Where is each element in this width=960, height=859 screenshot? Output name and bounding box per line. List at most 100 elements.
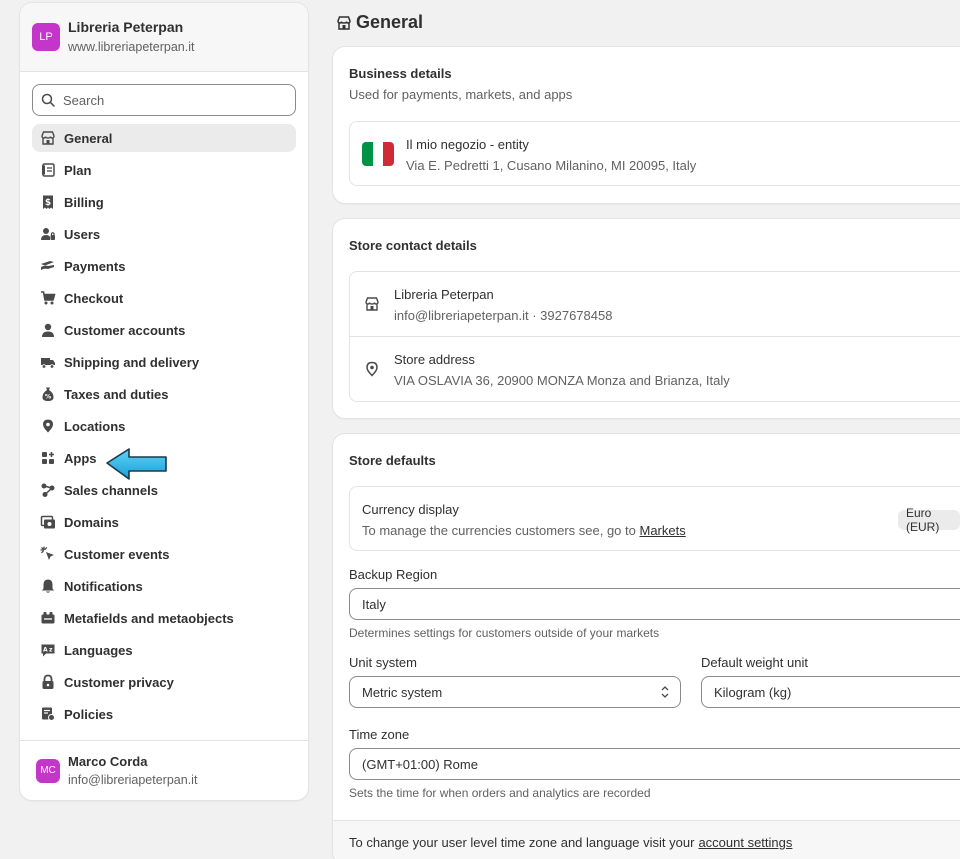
nav-label: Customer privacy bbox=[64, 674, 174, 690]
channels-icon bbox=[40, 482, 56, 498]
backup-region-label: Backup Region bbox=[349, 567, 438, 582]
user-avatar: MC bbox=[36, 758, 60, 783]
svg-text:A: A bbox=[43, 647, 48, 654]
nav-item-customer-accounts[interactable]: Customer accounts bbox=[32, 316, 296, 344]
entity-address: Via E. Pedretti 1, Cusano Milanino, MI 2… bbox=[406, 158, 697, 173]
users-icon bbox=[40, 226, 56, 242]
user-profile[interactable]: MC Marco Corda info@libreriapeterpan.it bbox=[20, 740, 308, 800]
nav-item-plan[interactable]: Plan bbox=[32, 156, 296, 184]
truck-icon bbox=[40, 354, 56, 370]
nav-item-languages[interactable]: Az Languages bbox=[32, 636, 296, 664]
nav-label: Customer events bbox=[64, 546, 170, 562]
unit-system-value: Metric system bbox=[362, 684, 443, 700]
weight-unit-label: Default weight unit bbox=[701, 655, 808, 670]
person-icon bbox=[40, 322, 56, 338]
unit-system-select[interactable]: Metric system bbox=[349, 676, 681, 708]
metafields-icon bbox=[40, 610, 56, 626]
nav-label: Customer accounts bbox=[64, 322, 186, 338]
business-details-card: Business details Used for payments, mark… bbox=[333, 47, 960, 203]
select-chevrons-icon bbox=[661, 686, 669, 698]
nav-item-locations[interactable]: Locations bbox=[32, 412, 296, 440]
nav-label: Policies bbox=[64, 706, 114, 722]
policies-icon bbox=[40, 706, 56, 722]
markets-link[interactable]: Markets bbox=[640, 523, 686, 538]
nav-item-payments[interactable]: Payments bbox=[32, 252, 296, 280]
timezone-select[interactable]: (GMT+01:00) Rome bbox=[349, 748, 960, 780]
nav-item-general[interactable]: General bbox=[32, 124, 296, 152]
store-defaults-card: Store defaults Currency display To manag… bbox=[333, 434, 960, 859]
user-email: info@libreriapeterpan.it bbox=[68, 772, 198, 787]
receipt-dollar-icon: $ bbox=[40, 194, 56, 210]
store-contact-title: Store contact details bbox=[349, 238, 477, 253]
backup-region-select[interactable]: Italy bbox=[349, 588, 960, 620]
arrow-pointer-icon bbox=[106, 448, 167, 480]
backup-region-value: Italy bbox=[362, 596, 386, 612]
store-header[interactable]: LP Libreria Peterpan www.libreriapeterpa… bbox=[20, 3, 308, 72]
nav-item-metafields[interactable]: Metafields and metaobjects bbox=[32, 604, 296, 632]
location-icon bbox=[40, 418, 56, 434]
store-icon bbox=[337, 15, 351, 30]
nav-item-customer-events[interactable]: Customer events bbox=[32, 540, 296, 568]
weight-unit-select[interactable]: Kilogram (kg) bbox=[701, 676, 960, 708]
currency-display-row[interactable]: Currency display To manage the currencie… bbox=[349, 486, 960, 551]
user-name: Marco Corda bbox=[68, 753, 148, 769]
italy-flag-icon bbox=[362, 142, 394, 166]
language-icon: Az bbox=[40, 642, 56, 658]
contact-store-name: Libreria Peterpan bbox=[394, 287, 494, 302]
nav-label: Domains bbox=[64, 514, 119, 530]
nav-item-billing[interactable]: $ Billing bbox=[32, 188, 296, 216]
contact-address-row[interactable]: Store address VIA OSLAVIA 36, 20900 MONZ… bbox=[350, 337, 960, 402]
contact-store-info: info@libreriapeterpan.it · 3927678458 bbox=[394, 308, 613, 323]
backup-region-help: Determines settings for customers outsid… bbox=[349, 626, 660, 640]
store-icon bbox=[365, 297, 379, 311]
page-title-text: General bbox=[356, 12, 424, 32]
store-avatar: LP bbox=[32, 23, 60, 51]
timezone-value: (GMT+01:00) Rome bbox=[362, 756, 478, 772]
nav-label: Sales channels bbox=[64, 482, 158, 498]
nav-label: Shipping and delivery bbox=[64, 354, 200, 370]
bell-icon bbox=[40, 578, 56, 594]
contact-store-row[interactable]: Libreria Peterpan info@libreriapeterpan.… bbox=[350, 272, 960, 337]
payments-icon bbox=[40, 258, 56, 274]
nav-label: Users bbox=[64, 226, 101, 242]
svg-text:$: $ bbox=[45, 198, 51, 208]
nav-item-policies[interactable]: Policies bbox=[32, 700, 296, 728]
nav-item-shipping[interactable]: Shipping and delivery bbox=[32, 348, 296, 376]
store-defaults-title: Store defaults bbox=[349, 453, 436, 468]
nav-label: Payments bbox=[64, 258, 126, 274]
nav-label: Apps bbox=[64, 450, 97, 466]
nav-item-users[interactable]: Users bbox=[32, 220, 296, 248]
nav-label: Checkout bbox=[64, 290, 124, 306]
business-entity-row[interactable]: Il mio negozio - entity Via E. Pedretti … bbox=[349, 121, 960, 186]
nav-label: Languages bbox=[64, 642, 133, 658]
unit-system-label: Unit system bbox=[349, 655, 417, 670]
contact-list: Libreria Peterpan info@libreriapeterpan.… bbox=[349, 271, 960, 402]
store-contact-card: Store contact details Libreria Peterpan … bbox=[333, 219, 960, 418]
domains-icon bbox=[40, 514, 56, 530]
search-input[interactable] bbox=[63, 92, 283, 108]
nav-item-checkout[interactable]: Checkout bbox=[32, 284, 296, 312]
store-address-label: Store address bbox=[394, 352, 475, 367]
store-defaults-footer: To change your user level time zone and … bbox=[333, 820, 960, 859]
apps-icon bbox=[40, 450, 56, 466]
search-icon bbox=[41, 93, 55, 107]
nav-item-domains[interactable]: Domains bbox=[32, 508, 296, 536]
nav-label: Plan bbox=[64, 162, 92, 178]
store-address-value: VIA OSLAVIA 36, 20900 MONZA Monza and Br… bbox=[394, 373, 730, 388]
entity-name: Il mio negozio - entity bbox=[406, 137, 529, 152]
nav-label: Locations bbox=[64, 418, 126, 434]
nav-item-customer-privacy[interactable]: Customer privacy bbox=[32, 668, 296, 696]
timezone-label: Time zone bbox=[349, 727, 410, 742]
currency-display-text: To manage the currencies customers see, … bbox=[362, 523, 636, 538]
nav-item-notifications[interactable]: Notifications bbox=[32, 572, 296, 600]
nav-item-taxes[interactable]: % Taxes and duties bbox=[32, 380, 296, 408]
account-settings-link[interactable]: account settings bbox=[698, 835, 792, 850]
nav-label: Metafields and metaobjects bbox=[64, 610, 234, 626]
nav-label: Taxes and duties bbox=[64, 386, 169, 402]
currency-badge: Euro (EUR) bbox=[898, 506, 960, 534]
business-details-subtitle: Used for payments, markets, and apps bbox=[349, 87, 573, 102]
currency-display-label: Currency display bbox=[362, 502, 459, 517]
lock-icon bbox=[40, 674, 56, 690]
search-box[interactable] bbox=[32, 84, 296, 116]
footer-text: To change your user level time zone and … bbox=[349, 835, 695, 850]
